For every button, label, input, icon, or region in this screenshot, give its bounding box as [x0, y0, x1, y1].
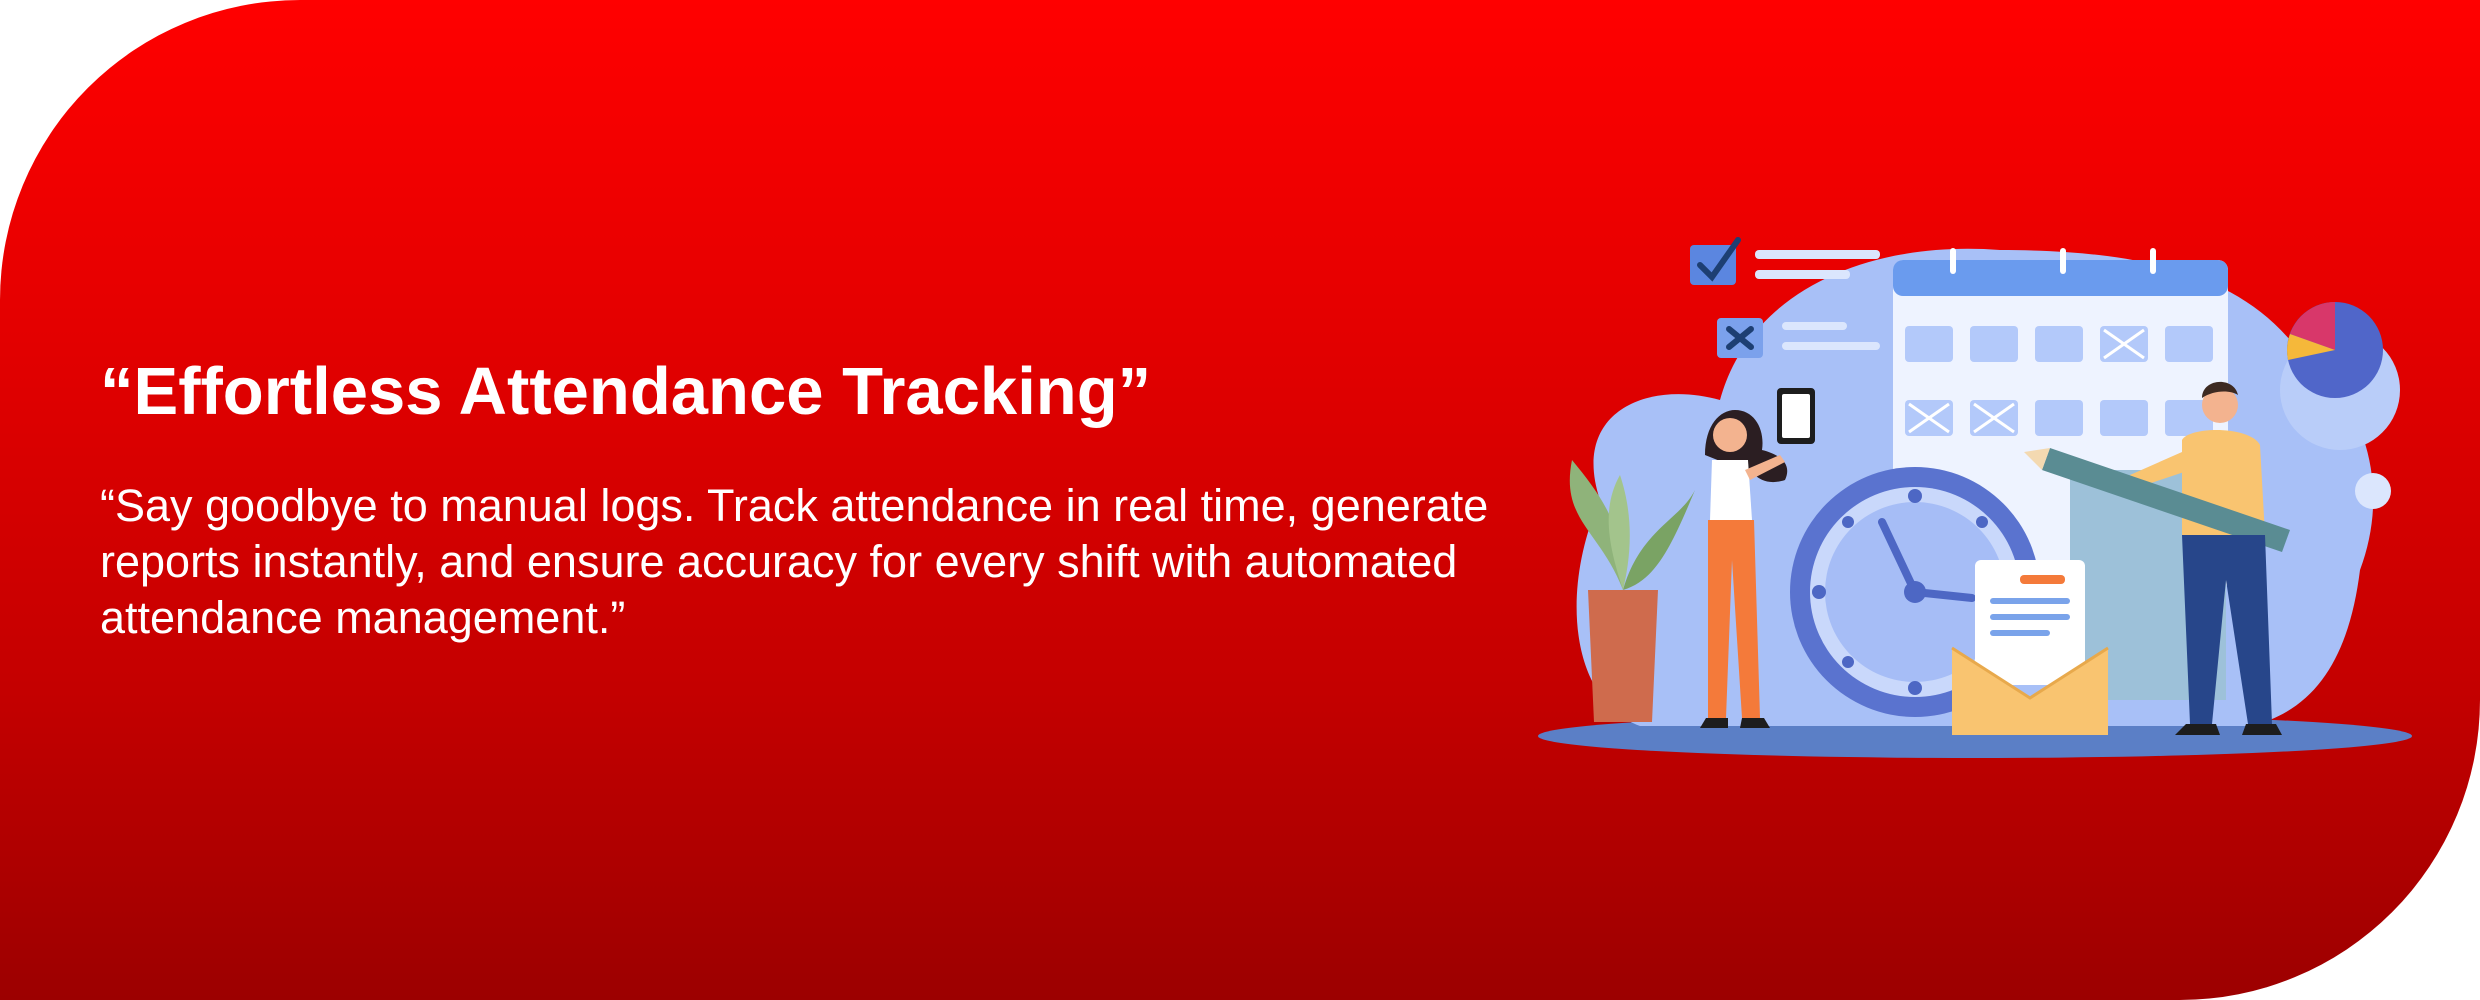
pie-chart-icon: [2287, 302, 2383, 398]
clipboard-icon: [1777, 388, 1815, 444]
envelope-icon: [1951, 560, 2109, 735]
hero-banner: “Effortless Attendance Tracking” “Say go…: [0, 0, 2480, 1000]
headline: “Effortless Attendance Tracking”: [100, 354, 1152, 429]
small-bubble: [2355, 473, 2391, 509]
attendance-illustration: [1538, 237, 2412, 758]
description: “Say goodbye to manual logs. Track atten…: [100, 480, 1489, 643]
